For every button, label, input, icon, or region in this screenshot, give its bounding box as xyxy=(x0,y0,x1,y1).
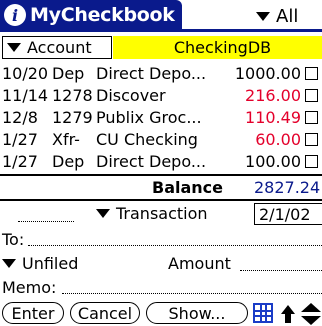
row-number: 1278 xyxy=(52,86,93,105)
scroll-arrows-icon[interactable] xyxy=(300,302,322,326)
row-date: 12/8 xyxy=(2,108,38,127)
transaction-type-label: Transaction xyxy=(116,204,208,223)
account-name: CheckingDB xyxy=(113,36,322,59)
row-amount: 100.00 xyxy=(245,152,301,171)
row-date: 1/27 xyxy=(2,130,38,149)
category-amount-row: Unfiled Amount xyxy=(0,251,322,275)
app-title: MyCheckbook xyxy=(30,4,175,26)
row-description: Direct Depo... xyxy=(96,64,207,83)
row-amount: 110.49 xyxy=(245,108,301,127)
cleared-checkbox[interactable] xyxy=(305,67,318,80)
row-number: Dep xyxy=(52,64,85,83)
balance-label: Balance xyxy=(152,178,223,197)
check-number-field[interactable] xyxy=(18,221,74,222)
row-amount: 1000.00 xyxy=(234,64,301,83)
register-row[interactable]: 1/27 Dep Direct Depo... 100.00 xyxy=(0,150,322,172)
dropdown-triangle-icon xyxy=(96,209,110,218)
register-row[interactable]: 1/27 Xfr- CU Checking 60.00 xyxy=(0,128,322,150)
cleared-checkbox[interactable] xyxy=(305,111,318,124)
row-date: 1/27 xyxy=(2,152,38,171)
date-value: 2/1/02 xyxy=(259,204,311,224)
cleared-checkbox[interactable] xyxy=(305,155,318,168)
register-list: 10/20 Dep Direct Depo... 1000.00 11/14 1… xyxy=(0,62,322,172)
amount-field[interactable] xyxy=(240,270,322,271)
payee-row: To: xyxy=(0,228,322,250)
row-number: Xfr- xyxy=(52,130,80,149)
register-row[interactable]: 12/8 1279 Publix Groc... 110.49 xyxy=(0,106,322,128)
row-date: 11/14 xyxy=(2,86,49,105)
divider xyxy=(0,174,322,176)
row-description: CU Checking xyxy=(96,130,198,149)
button-bar: Enter Cancel Show... xyxy=(0,300,322,326)
amount-label: Amount xyxy=(168,254,231,273)
dropdown-triangle-icon xyxy=(2,259,16,268)
row-description: Direct Depo... xyxy=(96,152,207,171)
cleared-checkbox[interactable] xyxy=(305,133,318,146)
register-row[interactable]: 11/14 1278 Discover 216.00 xyxy=(0,84,322,106)
payee-field[interactable] xyxy=(28,245,322,246)
balance-value: 2827.24 xyxy=(254,178,321,197)
view-filter-menu[interactable]: All xyxy=(256,4,298,28)
dropdown-triangle-icon xyxy=(256,11,270,21)
date-field[interactable]: 2/1/02 xyxy=(254,203,322,225)
register-row[interactable]: 10/20 Dep Direct Depo... 1000.00 xyxy=(0,62,322,84)
row-amount: 60.00 xyxy=(255,130,301,149)
view-filter-label: All xyxy=(276,5,299,27)
cancel-button[interactable]: Cancel xyxy=(70,302,140,324)
info-icon[interactable]: i xyxy=(4,4,26,26)
grid-icon[interactable] xyxy=(253,303,273,323)
transaction-type-picker[interactable]: Transaction xyxy=(96,204,208,223)
enter-button[interactable]: Enter xyxy=(2,302,64,324)
account-picker[interactable]: Account xyxy=(2,36,112,59)
category-picker[interactable]: Unfiled xyxy=(2,254,78,273)
memo-field[interactable] xyxy=(62,293,322,294)
account-picker-label: Account xyxy=(27,38,92,57)
row-amount: 216.00 xyxy=(245,86,301,105)
transaction-row: Transaction 2/1/02 xyxy=(0,203,322,227)
balance-row: Balance 2827.24 xyxy=(0,177,322,199)
title-bar: i MyCheckbook All xyxy=(0,0,322,32)
row-date: 10/20 xyxy=(2,64,49,83)
up-arrow-icon[interactable] xyxy=(280,304,296,324)
row-number: 1279 xyxy=(52,108,93,127)
divider xyxy=(0,199,322,201)
memo-row: Memo: xyxy=(0,276,322,298)
show-button[interactable]: Show... xyxy=(146,302,248,324)
row-number: Dep xyxy=(52,152,85,171)
memo-label: Memo: xyxy=(2,278,57,297)
row-description: Publix Groc... xyxy=(96,108,202,127)
category-label: Unfiled xyxy=(22,254,79,273)
app-title-tab[interactable]: i MyCheckbook xyxy=(0,0,182,30)
row-description: Discover xyxy=(96,86,166,105)
cleared-checkbox[interactable] xyxy=(305,89,318,102)
dropdown-triangle-icon xyxy=(7,43,21,52)
payee-label: To: xyxy=(2,230,25,249)
account-row: Account CheckingDB xyxy=(0,36,322,60)
